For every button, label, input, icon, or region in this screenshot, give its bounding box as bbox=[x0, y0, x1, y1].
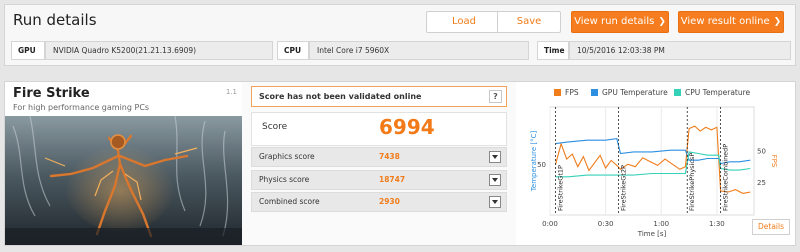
monitoring-chart-panel: FPS GPU Temperature CPU Temperature 0:00… bbox=[516, 82, 795, 245]
gpu-value: NVIDIA Quadro K5200(21.21.13.6909) bbox=[45, 41, 273, 60]
x-tick-label: 0:30 bbox=[598, 220, 614, 228]
benchmark-subtitle: For high performance gaming PCs bbox=[13, 103, 150, 112]
graphics-score-value: 7438 bbox=[379, 152, 400, 161]
x-tick-label: 1:30 bbox=[709, 220, 725, 228]
x-tick-label: 1:00 bbox=[653, 220, 669, 228]
save-button[interactable]: Save bbox=[497, 11, 561, 33]
load-button[interactable]: Load bbox=[426, 11, 502, 33]
time-value: 10/5/2016 12:03:38 PM bbox=[569, 41, 791, 60]
x-tick-label: 0:00 bbox=[542, 220, 558, 228]
y-right-tick-label: 50 bbox=[757, 147, 766, 155]
validation-notice: Score has not been validated online ? bbox=[251, 86, 507, 107]
phase-marker-label: FireStrikeCombinedP bbox=[722, 144, 730, 211]
benchmark-title: Fire Strike bbox=[13, 86, 90, 101]
benchmark-info: Fire Strike For high performance gaming … bbox=[5, 82, 242, 245]
gpu-label: GPU bbox=[11, 41, 45, 60]
y-left-axis-label: Temperature [°C] bbox=[530, 131, 538, 193]
chevron-right-icon: ❯ bbox=[773, 17, 782, 27]
view-result-online-button[interactable]: View result online ❯ bbox=[678, 11, 784, 33]
help-button[interactable]: ? bbox=[489, 90, 502, 103]
score-label: Score bbox=[262, 122, 288, 132]
score-box: Score 6994 bbox=[251, 112, 507, 146]
cpu-value: Intel Core i7 5960X bbox=[309, 41, 529, 60]
run-details-panel: Run details Load Save View run details ❯ … bbox=[4, 4, 796, 66]
phase-marker-label: FireStrikeGt2P bbox=[620, 165, 628, 211]
view-result-online-label: View result online bbox=[680, 16, 770, 27]
chevron-right-icon: ❯ bbox=[658, 17, 666, 27]
time-label: Time bbox=[537, 41, 569, 60]
system-info-row: GPU NVIDIA Quadro K5200(21.21.13.6909) C… bbox=[11, 41, 791, 60]
combined-score-row[interactable]: Combined score 2930 bbox=[251, 192, 507, 212]
run-details-title: Run details bbox=[13, 11, 97, 29]
phase-marker-label: FireStrikePhysicsP bbox=[688, 153, 696, 211]
physics-score-row[interactable]: Physics score 18747 bbox=[251, 170, 507, 190]
score-section: Score has not been validated online ? Sc… bbox=[251, 82, 509, 245]
view-run-details-button[interactable]: View run details ❯ bbox=[571, 11, 669, 33]
y-left-tick-label: 50 bbox=[537, 161, 546, 169]
benchmark-artwork bbox=[5, 116, 242, 245]
x-axis-label: Time [s] bbox=[637, 230, 667, 238]
details-button[interactable]: Details bbox=[752, 219, 790, 235]
phase-marker-label: FireStrikeGt1P bbox=[557, 165, 565, 211]
y-right-axis-label: FPS bbox=[770, 155, 778, 168]
validation-text: Score has not been validated online bbox=[259, 92, 422, 101]
benchmark-version: 1.1 bbox=[225, 88, 237, 96]
fire-strike-panel: Fire Strike For high performance gaming … bbox=[4, 81, 796, 246]
save-button-label: Save bbox=[516, 16, 542, 27]
graphics-score-label: Graphics score bbox=[259, 152, 315, 161]
view-run-details-label: View run details bbox=[574, 16, 655, 27]
combined-score-value: 2930 bbox=[379, 197, 400, 206]
expand-combined-icon[interactable] bbox=[489, 196, 501, 208]
physics-score-label: Physics score bbox=[259, 175, 310, 184]
expand-graphics-icon[interactable] bbox=[489, 151, 501, 163]
expand-physics-icon[interactable] bbox=[489, 174, 501, 186]
load-button-label: Load bbox=[452, 16, 476, 27]
cpu-label: CPU bbox=[277, 41, 309, 60]
y-right-tick-label: 25 bbox=[757, 179, 766, 187]
combined-score-label: Combined score bbox=[259, 197, 320, 206]
graphics-score-row[interactable]: Graphics score 7438 bbox=[251, 147, 507, 167]
physics-score-value: 18747 bbox=[379, 175, 406, 184]
score-value: 6994 bbox=[379, 115, 435, 139]
